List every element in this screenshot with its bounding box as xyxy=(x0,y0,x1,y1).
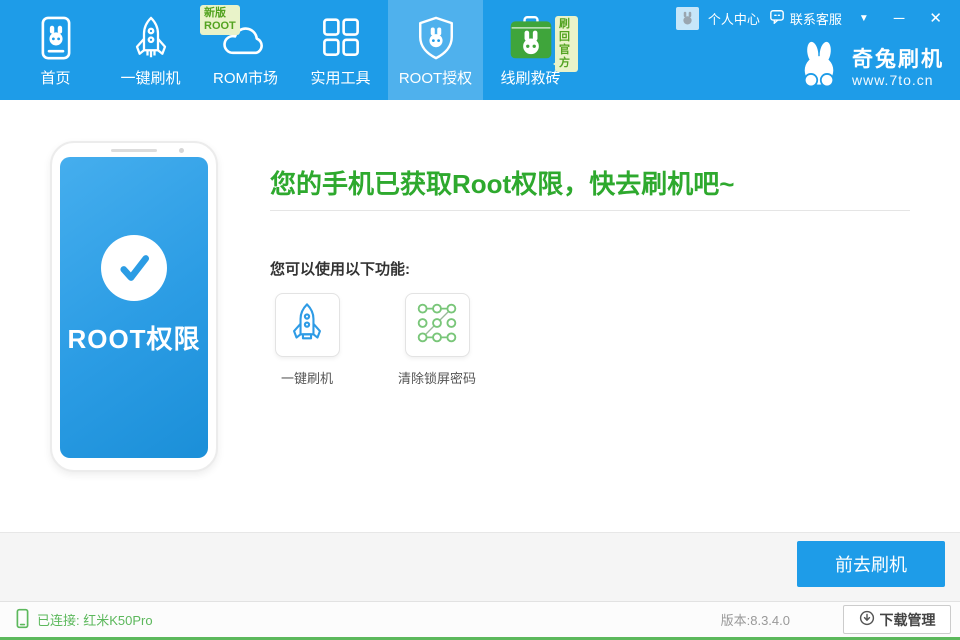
contact-support-label: 联系客服 xyxy=(790,9,842,28)
tab-flash-rescue[interactable]: 刷回 官方 线刷救砖 xyxy=(483,0,578,100)
app-window: 首页 一键刷机 新版 ROOT xyxy=(0,0,960,640)
download-manager-button[interactable]: 下载管理 xyxy=(843,605,951,634)
connected-text: 已连接: 红米K50Pro xyxy=(37,610,153,629)
tab-label: ROOT授权 xyxy=(399,67,472,88)
top-navigation-bar: 首页 一键刷机 新版 ROOT xyxy=(0,0,960,100)
download-icon xyxy=(859,610,875,629)
phone-screen-label: ROOT权限 xyxy=(67,319,200,356)
rocket-icon xyxy=(287,302,327,349)
official-restore-badge: 刷回 官方 xyxy=(555,16,578,72)
tab-utilities[interactable]: 实用工具 xyxy=(293,0,388,100)
user-center-label: 个人中心 xyxy=(708,9,760,28)
feature-label: 一键刷机 xyxy=(281,368,333,387)
tab-root-authorization[interactable]: ROOT授权 xyxy=(388,0,483,100)
new-root-badge: 新版 ROOT xyxy=(200,5,240,35)
main-content: ROOT权限 您的手机已获取Root权限，快去刷机吧~ 您可以使用以下功能: xyxy=(0,100,960,532)
feature-one-click-flash: 一键刷机 xyxy=(242,293,372,387)
phone-speaker xyxy=(111,149,157,152)
status-bar: 已连接: 红米K50Pro 版本:8.3.4.0 下载管理 xyxy=(0,601,960,640)
feature-label: 清除锁屏密码 xyxy=(398,368,476,387)
home-phone-rabbit-icon xyxy=(35,13,77,63)
rabbit-logo-icon xyxy=(794,40,844,95)
logo-text: 奇兔刷机 www.7to.cn xyxy=(852,48,944,88)
tab-one-click-flash[interactable]: 一键刷机 xyxy=(103,0,198,100)
success-check-icon xyxy=(101,235,167,301)
tab-rom-market[interactable]: 新版 ROOT ROM市场 xyxy=(198,0,293,100)
chat-bubble-icon xyxy=(769,9,785,27)
minimize-button[interactable]: ─ xyxy=(886,10,913,27)
download-manager-label: 下载管理 xyxy=(880,610,936,630)
grid-icon xyxy=(320,13,362,63)
divider xyxy=(270,210,910,211)
phone-camera-dot xyxy=(179,148,184,153)
brand-logo: 奇兔刷机 www.7to.cn xyxy=(794,40,944,95)
toolbox-rabbit-icon xyxy=(507,13,555,63)
logo-url: www.7to.cn xyxy=(852,72,944,88)
version-text: 版本:8.3.4.0 xyxy=(721,602,790,637)
feature-clear-lockscreen: 清除锁屏密码 xyxy=(372,293,502,387)
tab-label: 线刷救砖 xyxy=(500,67,560,88)
one-click-flash-card[interactable] xyxy=(275,293,340,357)
nav-tabs: 首页 一键刷机 新版 ROOT xyxy=(8,0,578,100)
user-avatar[interactable] xyxy=(676,7,699,30)
phone-illustration: ROOT权限 xyxy=(50,141,218,472)
tab-home[interactable]: 首页 xyxy=(8,0,103,100)
connected-phone-icon xyxy=(16,608,29,632)
phone-screen: ROOT权限 xyxy=(60,157,208,458)
logo-title: 奇兔刷机 xyxy=(852,48,944,72)
topright-strip: 个人中心 联系客服 ▼ ─ ✕ xyxy=(676,0,950,36)
dropdown-caret-icon[interactable]: ▼ xyxy=(851,13,877,24)
pattern-lock-icon xyxy=(414,300,460,351)
result-title: 您的手机已获取Root权限，快去刷机吧~ xyxy=(270,164,734,201)
tab-label: 一键刷机 xyxy=(120,67,180,88)
go-flash-button[interactable]: 前去刷机 xyxy=(797,541,945,587)
tab-label: ROM市场 xyxy=(213,67,278,88)
tab-label: 实用工具 xyxy=(310,67,370,88)
close-button[interactable]: ✕ xyxy=(921,9,950,27)
action-band: 前去刷机 xyxy=(0,532,960,601)
rocket-icon xyxy=(130,13,172,63)
features-subtitle: 您可以使用以下功能: xyxy=(270,258,410,279)
user-center-link[interactable]: 个人中心 xyxy=(708,9,760,28)
tab-label: 首页 xyxy=(40,67,70,88)
connection-status: 已连接: 红米K50Pro xyxy=(16,602,153,637)
contact-support-link[interactable]: 联系客服 xyxy=(769,9,842,28)
shield-rabbit-icon xyxy=(415,13,457,63)
clear-lockscreen-card[interactable] xyxy=(405,293,470,357)
